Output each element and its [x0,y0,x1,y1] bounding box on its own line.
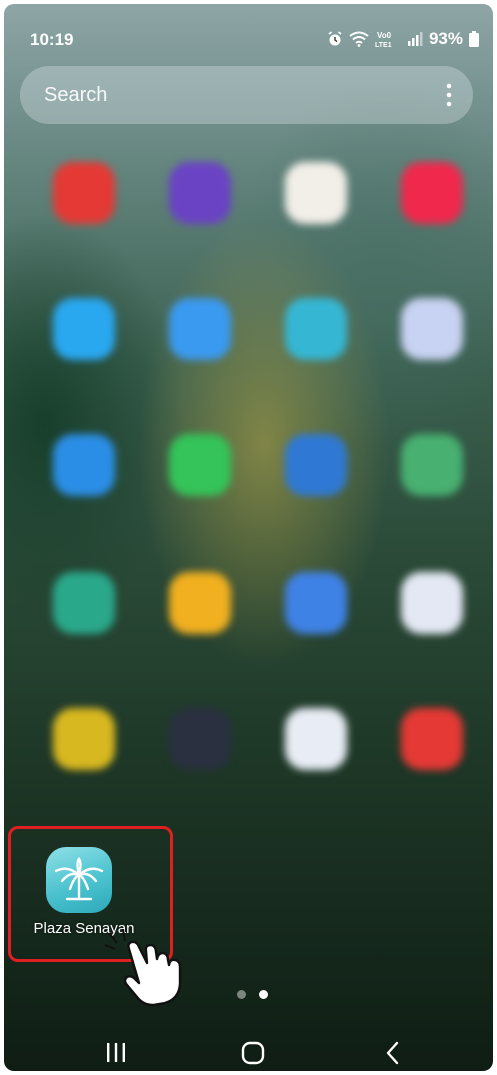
battery-icon [469,31,479,47]
samsung-video-icon [53,162,115,224]
app-tile[interactable] [256,700,374,830]
home-icon[interactable] [238,1038,268,1068]
app-tile[interactable] [256,564,374,694]
app-icon [285,298,347,360]
navigation-bar [4,1024,493,1071]
translate-icon [285,572,347,634]
status-time: 10:19 [30,30,74,49]
app-tile[interactable] [24,426,142,556]
app-tile[interactable] [256,154,374,284]
outlook-icon [285,434,347,496]
volte-lte-icon: Vo0 LTE1 [375,31,392,48]
palm-tree-icon [54,856,104,901]
app-icon [53,572,115,634]
svg-text:LTE1: LTE1 [375,42,392,48]
teams-icon [401,298,463,360]
app-tile[interactable] [140,426,258,556]
app-icon [53,708,115,770]
wifi-icon [349,31,369,47]
tap-hand-cursor-icon [104,929,182,1007]
app-icon [169,572,231,634]
mrshare-icon [285,708,347,770]
more-options-icon[interactable] [439,80,459,110]
app-tile[interactable] [140,154,258,284]
app-icon [401,434,463,496]
app-icon [53,434,115,496]
app-tile[interactable] [256,426,374,556]
app-tile[interactable] [140,564,258,694]
game-launcher-icon [169,162,231,224]
app-search-bar[interactable]: Search [20,66,473,124]
status-bar: 10:19 Vo0 LTE1 93% [4,4,493,64]
status-icons: Vo0 LTE1 93% [327,29,479,49]
app-tile[interactable] [372,290,490,420]
page-dot-2-active[interactable] [259,990,268,999]
app-tile[interactable] [140,290,258,420]
battery-percent: 93% [428,29,463,48]
app-tile[interactable] [256,290,374,420]
app-grid [4,154,493,814]
alarm-icon [328,31,342,46]
app-tile[interactable] [24,564,142,694]
app-tile[interactable] [24,290,142,420]
samsung-kids-icon [53,298,115,360]
plaza-senayan-app-icon[interactable] [46,847,112,913]
whatsapp-icon [169,434,231,496]
recent-apps-icon[interactable] [101,1038,131,1068]
samsung-global-goals-icon [285,162,347,224]
svg-text:Vo0: Vo0 [377,31,392,40]
app-tile[interactable] [372,154,490,284]
page-dot-1[interactable] [237,990,246,999]
app-tile[interactable] [372,700,490,830]
app-tile[interactable] [24,700,142,830]
app-tile[interactable] [372,564,490,694]
microsoft-365-icon [401,572,463,634]
app-tile[interactable] [372,426,490,556]
page-indicator[interactable] [237,990,268,999]
back-icon[interactable] [378,1038,408,1068]
samsung-free-icon [401,162,463,224]
app-tile[interactable] [24,154,142,284]
phone-screen: 10:19 Vo0 LTE1 93% Search Plaza Senayan [4,4,493,1071]
app-icon [169,298,231,360]
signal-icon [407,32,423,46]
app-tile[interactable] [140,700,258,830]
search-input[interactable]: Search [44,84,107,107]
anydesk-icon [401,708,463,770]
speedtest-icon [169,708,231,770]
